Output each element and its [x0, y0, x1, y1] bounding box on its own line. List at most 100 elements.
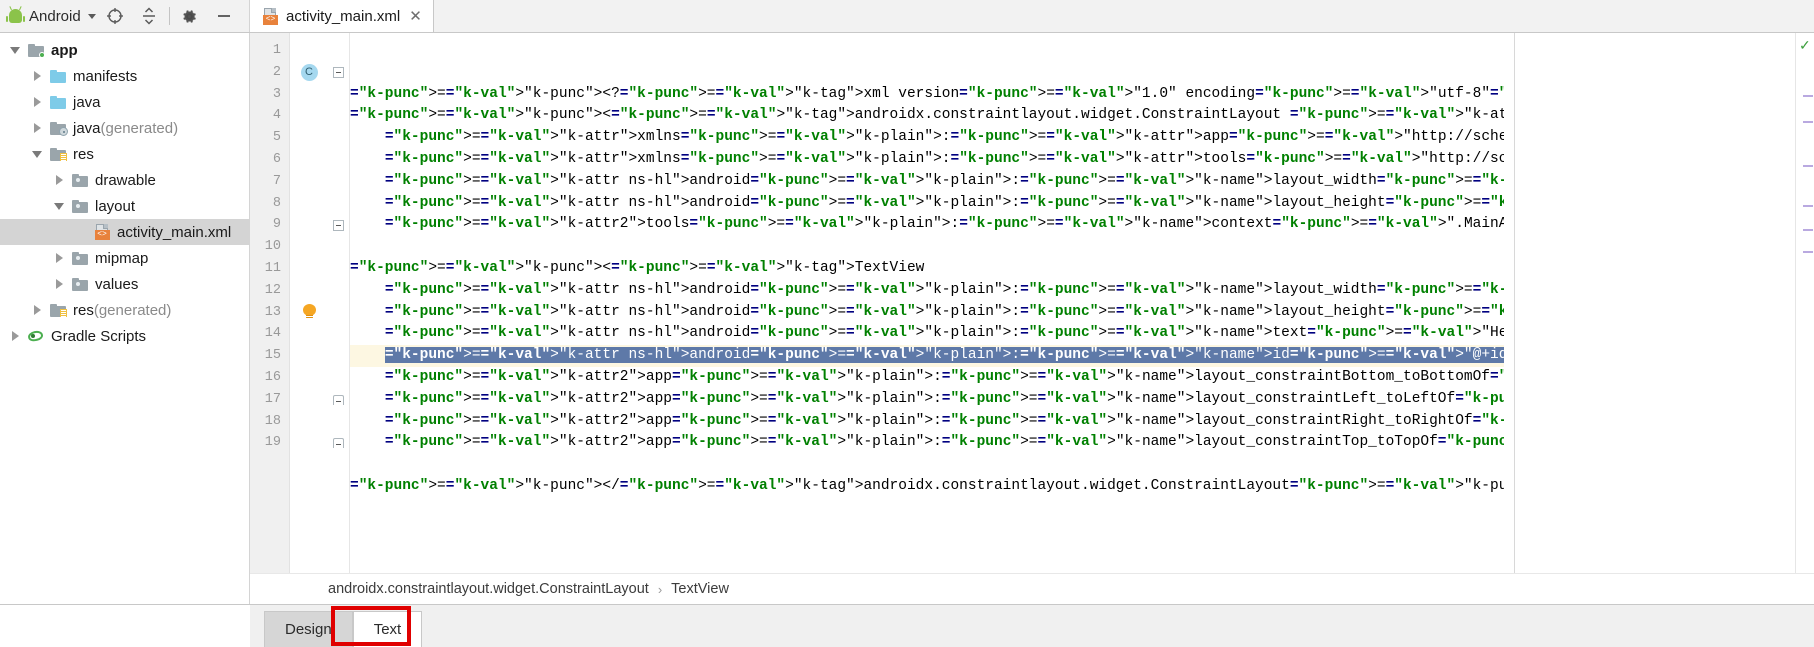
tree-item-java[interactable]: java (generated): [0, 115, 249, 141]
code-line[interactable]: ="k-punc">=="k-val">"k-attr ns-hl">andro…: [350, 323, 1504, 345]
editor-right-pane: [1514, 33, 1795, 573]
line-number: 5: [272, 130, 281, 146]
code-line-content: ="k-punc">=="k-val">"k-attr ns-hl">andro…: [384, 281, 1504, 298]
code-line[interactable]: ="k-punc">=="k-val">"k-attr2">app="k-pun…: [350, 367, 1504, 389]
tree-item-java[interactable]: java: [0, 89, 249, 115]
expand-arrow-right-icon[interactable]: [48, 175, 70, 185]
code-line[interactable]: ="k-punc">=="k-val">"k-attr2">tools="k-p…: [350, 214, 1504, 236]
fold-end-line19[interactable]: [328, 432, 349, 454]
code-line[interactable]: ="k-punc">=="k-val">"k-attr2">app="k-pun…: [350, 389, 1504, 411]
fold-end-line17[interactable]: [328, 389, 349, 411]
expand-arrow-down-icon[interactable]: [26, 150, 48, 158]
tab-activity-main-xml[interactable]: <> activity_main.xml ✕: [250, 0, 434, 32]
gutter-blank-3: [290, 84, 328, 106]
line-number: 3: [272, 86, 281, 102]
tree-item-values[interactable]: values: [0, 271, 249, 297]
xml-file-icon: <>: [94, 224, 111, 240]
settings-button[interactable]: [173, 1, 207, 31]
breadcrumb-root[interactable]: androidx.constraintlayout.widget.Constra…: [328, 581, 649, 597]
code-line-content: ="k-punc">=="k-val">"k-attr2">tools="k-p…: [384, 216, 1504, 233]
tree-item-label: activity_main.xml: [117, 223, 232, 241]
code-line[interactable]: ="k-punc">=="k-val">"k-attr ns-hl">andro…: [350, 171, 1504, 193]
code-line[interactable]: ="k-punc">=="k-val">"k-punc"><?="k-punc"…: [350, 84, 1504, 106]
code-line-content: ="k-punc">=="k-val">"k-attr ns-hl">andro…: [384, 303, 1504, 320]
code-folding-gutter[interactable]: [328, 33, 350, 573]
breadcrumb[interactable]: androidx.constraintlayout.widget.Constra…: [250, 573, 1814, 604]
code-line[interactable]: ="k-punc">=="k-val">"k-attr">xmlns="k-pu…: [350, 149, 1504, 171]
code-line[interactable]: ="k-punc">=="k-val">"k-attr2">app="k-pun…: [350, 411, 1504, 433]
close-icon[interactable]: ✕: [409, 9, 422, 24]
code-line[interactable]: ="k-punc">=="k-val">"k-attr ns-hl">andro…: [350, 302, 1504, 324]
fold-collapse-line9[interactable]: [328, 214, 349, 236]
fold-blank-7: [328, 171, 349, 193]
code-line[interactable]: ="k-punc">=="k-val">"k-punc"><="k-punc">…: [350, 258, 1504, 280]
folder-resfolder-icon: [72, 199, 88, 213]
expand-arrow-right-icon[interactable]: [4, 331, 26, 341]
tree-item-res[interactable]: res: [0, 141, 249, 167]
folder-blue-icon: [50, 69, 66, 83]
tree-item-label: layout: [95, 197, 136, 215]
code-editor[interactable]: 1 2 3 4 5 6 7 8 9 10 11 12 13 14 15 16 17 18 19 C: [250, 33, 1814, 573]
expand-arrow-right-icon[interactable]: [48, 279, 70, 289]
project-view-selector[interactable]: Android: [6, 6, 98, 25]
expand-arrow-right-icon[interactable]: [26, 123, 48, 133]
tree-item-gradle-scripts[interactable]: Gradle Scripts: [0, 323, 249, 349]
expand-arrow-down-icon[interactable]: [48, 202, 70, 210]
tree-item-manifests[interactable]: manifests: [0, 63, 249, 89]
fold-blank-16: [328, 367, 349, 389]
collapse-all-icon: [142, 7, 155, 25]
tree-item-drawable[interactable]: drawable: [0, 167, 249, 193]
scroll-from-source-button[interactable]: [98, 1, 132, 31]
code-line[interactable]: ="k-punc">=="k-val">"k-punc"></="k-punc"…: [350, 476, 1504, 498]
tree-item-icon: [26, 43, 46, 58]
expand-arrow-right-icon[interactable]: [26, 305, 48, 315]
tree-item-label: Gradle Scripts: [51, 327, 147, 345]
hide-panel-button[interactable]: [207, 1, 241, 31]
expand-arrow-right-icon[interactable]: [48, 253, 70, 263]
chevron-down-icon[interactable]: [87, 13, 96, 19]
code-line-content: ="k-punc">=="k-val">"k-attr ns-hl">andro…: [384, 172, 1504, 189]
android-studio-window: Android <> activity_main.xml ✕ app manif…: [0, 0, 1814, 647]
project-tree-pane[interactable]: app manifests java java (generated) res drawa…: [0, 33, 250, 604]
code-text[interactable]: ="k-punc">=="k-val">"k-punc"><?="k-punc"…: [350, 33, 1504, 573]
line-number: 9: [272, 217, 281, 233]
gutter-blank-4: [290, 105, 328, 127]
tree-item-suffix: (generated): [93, 301, 172, 319]
expand-arrow-right-icon[interactable]: [26, 97, 48, 107]
code-line[interactable]: [350, 236, 1504, 258]
tree-item-icon: [48, 95, 68, 109]
expand-arrow-right-icon[interactable]: [26, 71, 48, 81]
code-line[interactable]: ="k-punc">=="k-val">"k-attr ns-hl">andro…: [350, 280, 1504, 302]
collapse-all-button[interactable]: [132, 1, 166, 31]
tree-item-mipmap[interactable]: mipmap: [0, 245, 249, 271]
code-line[interactable]: ="k-punc">=="k-val">"k-punc"><="k-punc">…: [350, 105, 1504, 127]
tree-item-layout[interactable]: layout: [0, 193, 249, 219]
project-tree: app manifests java java (generated) res drawa…: [0, 37, 249, 349]
breadcrumb-leaf[interactable]: TextView: [671, 581, 729, 597]
code-line[interactable]: ="k-punc">=="k-val">"k-attr ns-hl">andro…: [350, 345, 1504, 367]
tree-item-app[interactable]: app: [0, 37, 249, 63]
mode-tab-text[interactable]: Text: [352, 611, 423, 647]
code-line-content: ="k-punc">=="k-val">"k-punc"></="k-punc"…: [350, 477, 1504, 494]
tree-item-res[interactable]: res (generated): [0, 297, 249, 323]
check-mark-ok: ✓: [1799, 37, 1811, 53]
fold-blank-13: [328, 302, 349, 324]
code-line[interactable]: [350, 454, 1504, 476]
code-line[interactable]: ="k-punc">=="k-val">"k-attr2">app="k-pun…: [350, 432, 1504, 454]
intention-bulb-icon[interactable]: [290, 302, 328, 324]
code-line[interactable]: ="k-punc">=="k-val">"k-attr">xmlns="k-pu…: [350, 127, 1504, 149]
code-line-content: ="k-punc">=="k-val">"k-attr2">app="k-pun…: [384, 412, 1504, 429]
code-line[interactable]: ="k-punc">=="k-val">"k-attr ns-hl">andro…: [350, 193, 1504, 215]
folder-resfolder-icon: [72, 173, 88, 187]
line-number: 18: [264, 413, 281, 429]
expand-arrow-down-icon[interactable]: [4, 46, 26, 54]
fold-collapse-line2[interactable]: [328, 62, 349, 84]
line-number: 16: [264, 369, 281, 385]
android-robot-icon: [6, 6, 25, 24]
mode-tab-design[interactable]: Design: [264, 611, 353, 647]
class-marker-c[interactable]: C: [290, 62, 328, 84]
tree-item-activity-main-xml[interactable]: <> activity_main.xml: [0, 219, 249, 245]
gutter-markers[interactable]: C: [290, 33, 328, 573]
code-line-content: ="k-punc">=="k-val">"k-attr ns-hl">andro…: [384, 194, 1504, 211]
inspection-marker-bar[interactable]: ✓: [1795, 33, 1814, 573]
